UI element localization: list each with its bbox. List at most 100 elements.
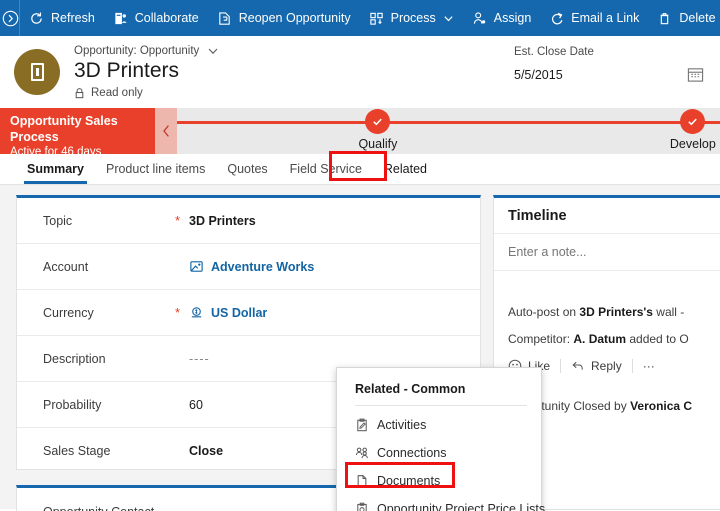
- field-value-text: Adventure Works: [211, 259, 315, 274]
- field-label: Sales Stage: [43, 444, 111, 458]
- chevron-down-icon: [443, 13, 454, 24]
- price-list-icon: [355, 502, 377, 511]
- tab-label: Summary: [27, 162, 84, 176]
- reopen-opportunity-label: Reopen Opportunity: [238, 10, 351, 25]
- field-label: Account: [43, 259, 89, 274]
- est-close-date-value[interactable]: 5/5/2015: [514, 68, 563, 82]
- tab-label: Related: [383, 162, 427, 176]
- process-stages: Qualify Develop: [177, 108, 720, 154]
- tab-summary[interactable]: Summary: [16, 154, 95, 184]
- post-bold: A. Datum: [573, 332, 627, 346]
- post-prefix: Competitor:: [508, 332, 574, 346]
- assign-user-icon: [472, 11, 487, 26]
- field-value-sales-stage[interactable]: Close: [189, 444, 223, 458]
- timeline-note-input[interactable]: Enter a note...: [494, 233, 720, 271]
- process-button[interactable]: Process: [360, 0, 463, 36]
- form-row-account: Account Adventure Works: [17, 244, 480, 290]
- field-value-probability[interactable]: 60: [189, 398, 203, 412]
- refresh-button[interactable]: Refresh: [20, 0, 104, 36]
- required-marker: *: [175, 305, 181, 320]
- menu-item-opportunity-project-price-lists[interactable]: Opportunity Project Price Lists: [337, 495, 545, 511]
- timeline-post-line-1: Auto-post on 3D Printers's wall -: [508, 305, 720, 319]
- avatar: [14, 49, 60, 95]
- post-suffix: added to O: [626, 332, 689, 346]
- email-a-link-label: Email a Link: [571, 10, 640, 25]
- tab-quotes[interactable]: Quotes: [216, 154, 278, 184]
- delete-button[interactable]: Delete: [648, 0, 720, 36]
- assign-label: Assign: [493, 10, 532, 25]
- page-title: 3D Printers: [74, 59, 180, 83]
- est-close-date-label: Est. Close Date: [514, 46, 594, 58]
- crm-record-page: Refresh Collaborate Reopen Opportunity P…: [0, 0, 720, 511]
- reply-label: Reply: [591, 359, 622, 373]
- menu-item-documents[interactable]: Documents: [337, 467, 541, 495]
- menu-item-label: Activities: [377, 418, 427, 432]
- expand-navigation-button[interactable]: [2, 0, 20, 36]
- process-label: Process: [390, 10, 436, 25]
- chevron-right-circle-icon: [2, 10, 19, 26]
- record-titles: Opportunity: Opportunity 3D Printers Rea…: [74, 45, 219, 99]
- calendar-icon[interactable]: [687, 66, 704, 83]
- connections-icon: [355, 446, 377, 460]
- refresh-label: Refresh: [51, 10, 95, 25]
- field-label: Probability: [43, 397, 102, 412]
- business-process-flow: Opportunity Sales Process Active for 46 …: [0, 108, 720, 158]
- tab-product-line-items[interactable]: Product line items: [95, 154, 216, 184]
- menu-group-common-title: Related - Common: [355, 382, 466, 396]
- chevron-left-icon: [162, 125, 169, 137]
- collaborate-label: Collaborate: [134, 10, 199, 25]
- activity-icon: [355, 418, 377, 432]
- account-icon: [189, 259, 204, 274]
- field-value-topic[interactable]: 3D Printers: [189, 214, 256, 228]
- delete-label: Delete: [679, 10, 716, 25]
- tab-label: Product line items: [105, 162, 206, 176]
- menu-item-activities[interactable]: Activities: [337, 411, 541, 439]
- process-stage-develop[interactable]: Develop: [633, 108, 720, 151]
- assign-button[interactable]: Assign: [463, 0, 541, 36]
- menu-item-connections[interactable]: Connections: [337, 439, 541, 467]
- divider: [631, 359, 633, 373]
- reopen-opportunity-button[interactable]: Reopen Opportunity: [208, 0, 360, 36]
- divider: [355, 405, 527, 406]
- tab-label: Field Service: [289, 162, 362, 176]
- chevron-down-icon: [207, 45, 219, 57]
- reply-button[interactable]: Reply: [571, 359, 632, 373]
- reopen-icon: [217, 11, 232, 26]
- post-bold: Veronica C: [630, 399, 693, 413]
- process-stage-qualify[interactable]: Qualify: [318, 108, 438, 151]
- process-name-block[interactable]: Opportunity Sales Process Active for 46 …: [0, 108, 155, 158]
- tab-field-service[interactable]: Field Service: [279, 154, 373, 184]
- email-a-link-button[interactable]: Email a Link: [540, 0, 648, 36]
- more-options-button[interactable]: ···: [643, 359, 665, 373]
- reply-arrow-icon: [571, 359, 585, 373]
- field-value-account[interactable]: Adventure Works: [189, 259, 314, 274]
- trash-icon: [657, 11, 672, 26]
- menu-item-label: Documents: [377, 474, 441, 488]
- divider: [560, 359, 562, 373]
- timeline-post-line-2: Competitor: A. Datum added to O: [508, 332, 720, 346]
- menu-item-label: Opportunity Project Price Lists: [377, 502, 546, 511]
- tab-related[interactable]: Related: [373, 154, 438, 184]
- process-icon: [369, 11, 384, 26]
- record-header: Opportunity: Opportunity 3D Printers Rea…: [0, 36, 720, 108]
- email-link-icon: [549, 11, 564, 26]
- tab-label: Quotes: [227, 162, 268, 176]
- entity-type-label: Opportunity: Opportunity: [74, 45, 200, 58]
- entity-type-selector[interactable]: Opportunity: Opportunity: [74, 45, 219, 57]
- collaborate-button[interactable]: Collaborate: [104, 0, 208, 36]
- opportunity-icon: [30, 63, 44, 81]
- process-stage-label: Qualify: [358, 137, 398, 151]
- post-prefix: Auto-post on: [508, 305, 580, 319]
- timeline-title: Timeline: [508, 208, 567, 224]
- collaborate-icon: [113, 11, 128, 26]
- field-value-text: US Dollar: [211, 305, 268, 320]
- field-value-currency[interactable]: US Dollar: [189, 305, 267, 320]
- related-dropdown-menu: Related - Common Activities Connections …: [336, 367, 545, 511]
- read-only-status: Read only: [74, 87, 219, 99]
- field-label: Topic: [43, 213, 73, 228]
- process-collapse-button[interactable]: [155, 108, 177, 154]
- field-value-description[interactable]: ----: [189, 352, 210, 366]
- document-icon: [355, 474, 377, 488]
- form-body: Topic * 3D Printers Account Adventure Wo…: [0, 185, 720, 511]
- menu-item-label: Connections: [377, 446, 447, 460]
